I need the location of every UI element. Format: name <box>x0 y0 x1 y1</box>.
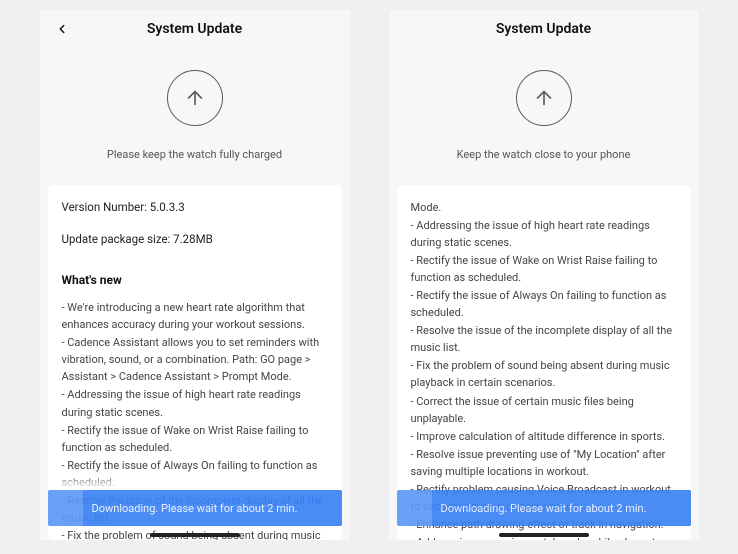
header: System Update <box>389 10 699 48</box>
release-note-item: - Rectify the issue of Always On failing… <box>411 287 677 321</box>
chevron-left-icon <box>55 22 69 36</box>
release-note-item: - Rectify the issue of Wake on Wrist Rai… <box>62 422 328 456</box>
release-note-item: - Cadence Assistant allows you to set re… <box>62 334 328 385</box>
release-note-item: Mode. <box>411 199 677 216</box>
arrow-up-icon <box>184 87 206 109</box>
download-progress-bar[interactable]: Downloading. Please wait for about 2 min… <box>397 490 691 526</box>
update-card: Mode.- Addressing the issue of high hear… <box>397 185 691 540</box>
header: System Update <box>40 10 350 48</box>
back-button[interactable] <box>50 17 74 41</box>
upload-icon-area: Keep the watch close to your phone <box>389 48 699 179</box>
charging-caption: Please keep the watch fully charged <box>107 148 282 161</box>
proximity-caption: Keep the watch close to your phone <box>457 148 631 161</box>
screen-left: System Update Please keep the watch full… <box>40 10 350 540</box>
release-note-item: - Fix the problem of sound being absent … <box>411 357 677 391</box>
download-status-text: Downloading. Please wait for about 2 min… <box>91 502 297 515</box>
progress-fill <box>397 490 432 526</box>
version-number: Version Number: 5.0.3.3 <box>62 199 328 217</box>
upload-icon-area: Please keep the watch fully charged <box>40 48 350 179</box>
whats-new-heading: What's new <box>62 271 328 290</box>
release-note-item: - Addressing the issue of high heart rat… <box>411 217 677 251</box>
upload-icon <box>167 70 223 126</box>
release-note-item: - Rectify the issue of Wake on Wrist Rai… <box>411 252 677 286</box>
release-note-item: - Rectify the issue of Always On failing… <box>62 457 328 491</box>
home-indicator <box>150 533 240 537</box>
release-note-item: - Correct the issue of certain music fil… <box>411 393 677 427</box>
screen-right: System Update Keep the watch close to yo… <box>389 10 699 540</box>
package-size: Update package size: 7.28MB <box>62 231 328 249</box>
release-notes: Mode.- Addressing the issue of high hear… <box>411 199 677 540</box>
progress-fill <box>48 490 83 526</box>
download-progress-bar[interactable]: Downloading. Please wait for about 2 min… <box>48 490 342 526</box>
upload-icon <box>516 70 572 126</box>
release-note-item: - We're introducing a new heart rate alg… <box>62 299 328 333</box>
release-note-item: - Resolve issue preventing use of "My Lo… <box>411 446 677 480</box>
release-note-item: - Improve calculation of altitude differ… <box>411 428 677 445</box>
arrow-up-icon <box>533 87 555 109</box>
release-note-item: - Addressing the issue of high heart rat… <box>62 386 328 420</box>
release-note-item: - Resolve the issue of the incomplete di… <box>411 322 677 356</box>
page-title: System Update <box>147 21 242 37</box>
home-indicator <box>499 533 589 537</box>
update-card: Version Number: 5.0.3.3 Update package s… <box>48 185 342 540</box>
download-status-text: Downloading. Please wait for about 2 min… <box>440 502 646 515</box>
page-title: System Update <box>496 21 591 37</box>
